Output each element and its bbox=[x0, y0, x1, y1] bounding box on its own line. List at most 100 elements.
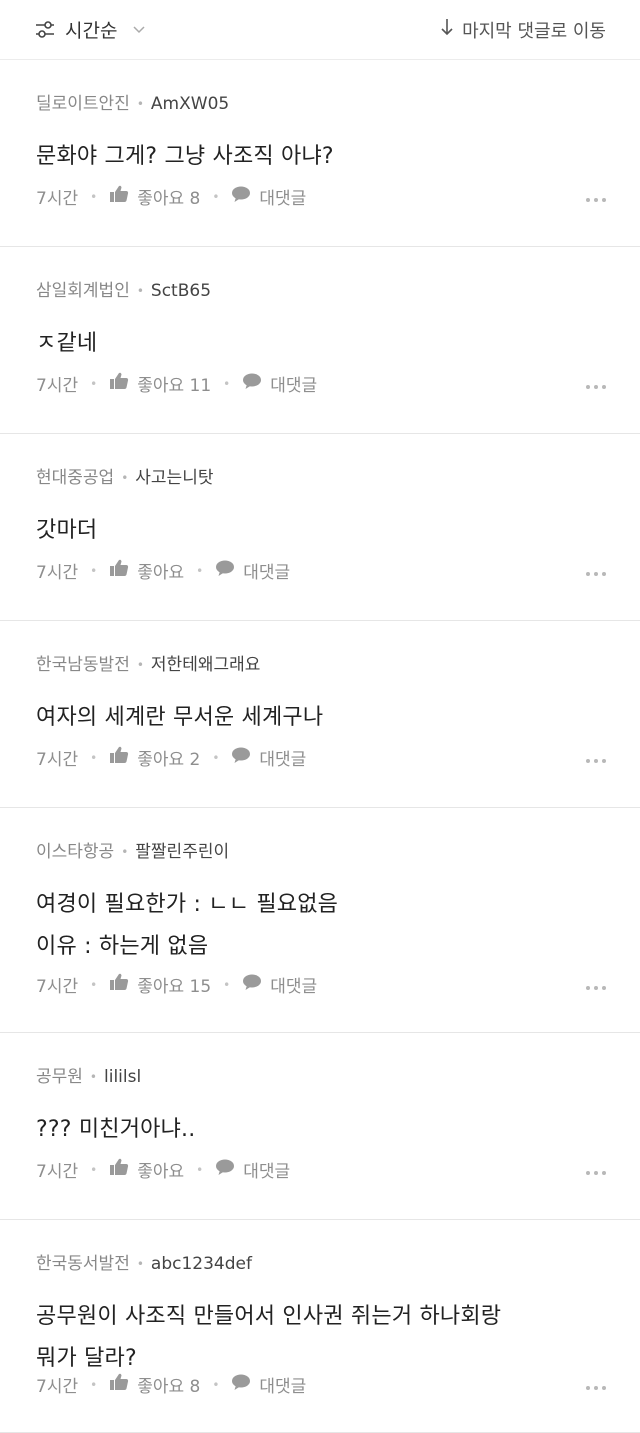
separator-dot: • bbox=[212, 1377, 220, 1392]
separator-dot: • bbox=[136, 658, 144, 672]
like-button[interactable]: 좋아요 8 bbox=[109, 184, 200, 209]
reply-button[interactable]: 대댓글 bbox=[242, 972, 317, 997]
reply-button[interactable]: 대댓글 bbox=[242, 371, 317, 396]
author-nickname[interactable]: abc1234def bbox=[151, 1254, 252, 1274]
author-company[interactable]: 삼일회계법인 bbox=[36, 281, 130, 301]
separator-dot: • bbox=[121, 471, 129, 485]
more-options-icon[interactable] bbox=[586, 986, 606, 990]
comment-meta: 7시간 • 좋아요 11 • 대댓글 bbox=[36, 371, 317, 396]
comment-meta: 7시간 • 좋아요 • 대댓글 bbox=[36, 1157, 290, 1182]
author-line: 한국동서발전 • abc1234def bbox=[36, 1254, 252, 1274]
jump-to-last-button[interactable]: 마지막 댓글로 이동 bbox=[440, 17, 606, 43]
comment-body: ㅈ같네 bbox=[36, 323, 610, 365]
more-options-icon[interactable] bbox=[586, 759, 606, 763]
sort-label: 시간순 bbox=[65, 20, 118, 42]
like-button[interactable]: 좋아요 2 bbox=[109, 745, 200, 770]
speech-bubble-icon bbox=[231, 746, 251, 769]
separator-dot: • bbox=[90, 750, 98, 765]
comment-body: 갓마더 bbox=[36, 510, 610, 552]
speech-bubble-icon bbox=[231, 1373, 251, 1396]
comment-meta: 7시간 • 좋아요 8 • 대댓글 bbox=[36, 184, 306, 209]
more-options-icon[interactable] bbox=[586, 1386, 606, 1390]
comment-text-line: 여경이 필요한가 : ㄴㄴ 필요없음 bbox=[36, 892, 339, 917]
like-button[interactable]: 좋아요 bbox=[109, 1157, 184, 1182]
comment-text-line: 여자의 세계란 무서운 세계구나 bbox=[36, 705, 324, 730]
comment-text-line: 이유 : 하는게 없음 bbox=[36, 934, 209, 959]
comment-item: 공무원 • lililsl ??? 미친거아냐.. 7시간 • 좋아요 • 대댓… bbox=[0, 1033, 640, 1220]
comment-time: 7시간 bbox=[36, 1162, 79, 1182]
comment-meta: 7시간 • 좋아요 15 • 대댓글 bbox=[36, 972, 317, 997]
thumbs-up-icon bbox=[109, 1158, 129, 1181]
comment-list: 딜로이트안진 • AmXW05 문화야 그게? 그냥 사조직 아냐? 7시간 •… bbox=[0, 60, 640, 1433]
author-company[interactable]: 한국남동발전 bbox=[36, 655, 130, 675]
separator-dot: • bbox=[223, 977, 231, 992]
separator-dot: • bbox=[136, 284, 144, 298]
like-label: 좋아요 2 bbox=[137, 750, 201, 770]
author-company[interactable]: 한국동서발전 bbox=[36, 1254, 130, 1274]
like-label: 좋아요 bbox=[137, 563, 185, 583]
author-nickname[interactable]: lililsl bbox=[104, 1067, 141, 1087]
comment-text-line: 갓마더 bbox=[36, 518, 98, 543]
author-company[interactable]: 딜로이트안진 bbox=[36, 94, 130, 114]
more-options-icon[interactable] bbox=[586, 1171, 606, 1175]
comment-toolbar: 시간순 마지막 댓글로 이동 bbox=[0, 0, 640, 60]
comment-text-line: 공무원이 사조직 만들어서 인사권 쥐는거 하나회랑 bbox=[36, 1304, 502, 1329]
reply-label: 대댓글 bbox=[259, 750, 307, 770]
more-options-icon[interactable] bbox=[586, 385, 606, 389]
like-button[interactable]: 좋아요 8 bbox=[109, 1372, 200, 1397]
separator-dot: • bbox=[136, 1257, 144, 1271]
like-label: 좋아요 15 bbox=[137, 977, 212, 997]
speech-bubble-icon bbox=[242, 372, 262, 395]
thumbs-up-icon bbox=[109, 973, 129, 996]
more-options-icon[interactable] bbox=[586, 572, 606, 576]
comment-body: ??? 미친거아냐.. bbox=[36, 1109, 610, 1151]
like-button[interactable]: 좋아요 15 bbox=[109, 972, 211, 997]
author-nickname[interactable]: 저한테왜그래요 bbox=[151, 655, 260, 675]
reply-button[interactable]: 대댓글 bbox=[215, 558, 290, 583]
reply-button[interactable]: 대댓글 bbox=[215, 1157, 290, 1182]
author-line: 이스타항공 • 팔짤린주린이 bbox=[36, 842, 229, 862]
comment-text-line: ??? 미친거아냐.. bbox=[36, 1117, 196, 1142]
like-button[interactable]: 좋아요 11 bbox=[109, 371, 211, 396]
author-nickname[interactable]: 사고는니탓 bbox=[135, 468, 213, 488]
speech-bubble-icon bbox=[242, 973, 262, 996]
author-company[interactable]: 현대중공업 bbox=[36, 468, 114, 488]
author-nickname[interactable]: AmXW05 bbox=[151, 94, 229, 114]
speech-bubble-icon bbox=[231, 185, 251, 208]
reply-label: 대댓글 bbox=[270, 977, 318, 997]
author-company[interactable]: 공무원 bbox=[36, 1067, 83, 1087]
separator-dot: • bbox=[121, 845, 129, 859]
separator-dot: • bbox=[90, 376, 98, 391]
author-line: 한국남동발전 • 저한테왜그래요 bbox=[36, 655, 260, 675]
thumbs-up-icon bbox=[109, 185, 129, 208]
comment-text-line: 문화야 그게? 그냥 사조직 아냐? bbox=[36, 144, 334, 169]
comment-meta: 7시간 • 좋아요 • 대댓글 bbox=[36, 558, 290, 583]
separator-dot: • bbox=[196, 563, 204, 578]
comment-body: 문화야 그게? 그냥 사조직 아냐? bbox=[36, 136, 610, 178]
separator-dot: • bbox=[196, 1162, 204, 1177]
sort-dropdown[interactable]: 시간순 bbox=[34, 16, 146, 43]
like-button[interactable]: 좋아요 bbox=[109, 558, 184, 583]
thumbs-up-icon bbox=[109, 372, 129, 395]
reply-label: 대댓글 bbox=[259, 1377, 307, 1397]
separator-dot: • bbox=[223, 376, 231, 391]
author-nickname[interactable]: SctB65 bbox=[151, 281, 211, 301]
comment-text-line: ㅈ같네 bbox=[36, 331, 98, 356]
like-label: 좋아요 8 bbox=[137, 1377, 201, 1397]
author-nickname[interactable]: 팔짤린주린이 bbox=[135, 842, 229, 862]
author-company[interactable]: 이스타항공 bbox=[36, 842, 114, 862]
speech-bubble-icon bbox=[215, 1158, 235, 1181]
reply-button[interactable]: 대댓글 bbox=[231, 1372, 306, 1397]
comment-body: 여자의 세계란 무서운 세계구나 bbox=[36, 697, 610, 739]
reply-button[interactable]: 대댓글 bbox=[231, 745, 306, 770]
like-label: 좋아요 8 bbox=[137, 189, 201, 209]
reply-label: 대댓글 bbox=[270, 376, 318, 396]
more-options-icon[interactable] bbox=[586, 198, 606, 202]
jump-label: 마지막 댓글로 이동 bbox=[462, 20, 606, 42]
comment-body: 공무원이 사조직 만들어서 인사권 쥐는거 하나회랑 뭐가 달라? bbox=[36, 1296, 610, 1380]
reply-button[interactable]: 대댓글 bbox=[231, 184, 306, 209]
author-line: 공무원 • lililsl bbox=[36, 1067, 141, 1087]
author-line: 삼일회계법인 • SctB65 bbox=[36, 281, 211, 301]
thumbs-up-icon bbox=[109, 1373, 129, 1396]
author-line: 현대중공업 • 사고는니탓 bbox=[36, 468, 213, 488]
